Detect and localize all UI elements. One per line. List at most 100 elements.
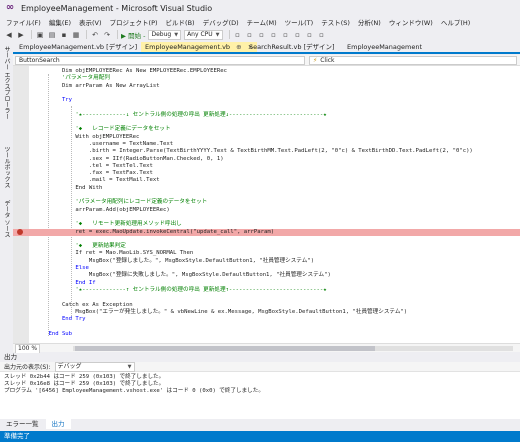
solution-config-dropdown[interactable]: Debug ▼ [148,29,182,40]
toolbar-action-icon[interactable]: ▫ [293,30,303,40]
code-text: End Sub [35,330,73,337]
toolbox-tab[interactable]: ツールボックス [2,146,11,188]
toolbar-action-icon[interactable]: ▫ [305,30,315,40]
menu-tools[interactable]: ツール(T) [285,17,314,27]
breakpoint-code-line[interactable]: ret = exec.MaoUpdate.invokeCentral("upda… [13,228,520,236]
toolbar-action-icon[interactable]: ▫ [317,30,327,40]
back-icon[interactable]: ◀ [4,30,14,40]
menu-debug[interactable]: デバッグ(D) [203,17,239,27]
menu-help[interactable]: ヘルプ(H) [441,17,470,27]
redo-icon[interactable]: ↷ [102,30,112,40]
server-explorer-tab[interactable]: サーバー エクスプローラー [2,46,11,120]
menu-analyze[interactable]: 分析(N) [358,17,381,27]
tab-error-list[interactable]: エラー一覧 [0,419,45,429]
output-line: プログラム '[6456] EmployeeManagement.vshost.… [4,388,264,394]
tab-employee-code[interactable]: EmployeeManagement.vb ⊕ × [141,42,258,52]
menu-test[interactable]: テスト(S) [321,17,350,27]
pin-icon[interactable]: ⊕ [236,43,241,51]
new-project-icon[interactable]: ▣ [35,30,45,40]
code-line[interactable]: End Sub [13,331,520,338]
document-tab-strip: EmployeeManagement.vb [デザイン] EmployeeMan… [13,42,520,54]
code-text: .sex = IIf(RadioButtonMan.Checked, 0, 1) [35,155,224,162]
member-dropdown-right[interactable]: ⚡ Click [309,56,517,65]
solution-config-value: Debug [151,30,172,38]
code-line[interactable]: .birth = Integer.Parse(TextBirthYYYY.Tex… [13,148,520,155]
menu-view[interactable]: 表示(V) [79,17,102,27]
menu-window[interactable]: ウィンドウ(W) [389,17,433,27]
code-line[interactable] [13,90,520,97]
start-debug-button[interactable]: ▶ 開始 - [121,30,145,40]
left-tool-strip: サーバー エクスプローラー ツールボックス データ ソース [0,42,13,352]
code-text: .username = TextName.Text [35,140,174,147]
code-text: '◆ レコード定義にデータをセット [35,126,171,133]
tab-employee-management[interactable]: EmployeeManagement [343,42,426,52]
visual-studio-logo-icon: ∞ [5,2,15,13]
code-line[interactable]: End Try [13,316,520,323]
tab-output[interactable]: 出力 [45,419,71,429]
horizontal-scrollbar[interactable] [73,346,513,351]
menu-edit[interactable]: 編集(E) [49,17,71,27]
code-line[interactable] [13,294,520,301]
code-line[interactable]: MsgBox("登録しました。", MsgBoxStyle.DefaultBut… [13,258,520,265]
code-line[interactable]: '◆ レコード定義にデータをセット [13,126,520,133]
menu-file[interactable]: ファイル(F) [6,17,41,27]
code-text: Catch ex As Exception [35,301,133,308]
code-text: End Try [35,316,86,323]
output-source-label: 出力元の表示(S): [4,364,51,371]
code-line[interactable]: With objEMPLOYEERec [13,134,520,141]
menu-project[interactable]: プロジェクト(P) [110,17,158,27]
forward-icon[interactable]: ▶ [16,30,26,40]
code-line[interactable]: MsgBox("エラーが発生しました。" & vbNewLine & ex.Me… [13,309,520,316]
code-line[interactable]: '◆ リモート更新処理用メソッド呼出し [13,221,520,228]
code-line[interactable] [13,104,520,111]
code-text: Dim arrParam As New ArrayList [35,82,160,89]
code-line[interactable]: arrParam.Add(objEMPLOYEERec) [13,207,520,214]
output-source-dropdown[interactable]: デバッグ ▼ [54,361,135,372]
undo-icon[interactable]: ↶ [90,30,100,40]
code-text: .birth = Integer.Parse(TextBirthYYYY.Tex… [35,148,473,155]
code-line[interactable]: '★-------------↑ セントラル側の処理の呼出 更新処理↑-----… [13,287,520,294]
save-all-icon[interactable]: ▦ [71,30,81,40]
code-line[interactable]: End If [13,280,520,287]
member-dropdown-left[interactable]: ButtonSearch [15,56,305,65]
menu-build[interactable]: ビルド(B) [166,17,195,27]
toolbar-action-icon[interactable]: ▫ [245,30,255,40]
code-line[interactable]: '★-------------↓ セントラル側の処理の呼出 更新処理↓-----… [13,112,520,119]
code-line[interactable]: .fax = TextFax.Text [13,170,520,177]
open-file-icon[interactable]: ▤ [47,30,57,40]
code-text: arrParam.Add(objEMPLOYEERec) [35,206,170,213]
code-line[interactable]: .tel = TextTel.Text [13,163,520,170]
toolbar-action-icon[interactable]: ▫ [233,30,243,40]
toolbar-action-icon[interactable]: ▫ [269,30,279,40]
code-line[interactable]: Catch ex As Exception [13,302,520,309]
data-sources-tab[interactable]: データ ソース [2,200,11,238]
code-text: '★-------------↑ セントラル側の処理の呼出 更新処理↑-----… [35,286,327,293]
code-line[interactable]: Try [13,97,520,104]
code-line[interactable]: .username = TextName.Text [13,141,520,148]
code-text: .mail = TextMail.Text [35,177,160,184]
scrollbar-thumb[interactable] [75,346,375,351]
output-source-value: デバッグ [57,362,82,370]
code-line[interactable]: '◆ 更新結果判定 [13,243,520,250]
save-icon[interactable]: ▪ [59,30,69,40]
code-line[interactable]: End With [13,185,520,192]
chevron-down-icon: ▼ [127,363,132,370]
toolbar-action-icon[interactable]: ▫ [257,30,267,40]
toolbar-action-icon[interactable]: ▫ [281,30,291,40]
code-text: 'パラメータ用配列にレコード定義のデータをセット [35,199,208,206]
platform-dropdown[interactable]: Any CPU ▼ [184,29,223,40]
code-line[interactable]: If ret = Mao.MaoLib.SYS_NORMAL Then [13,250,520,257]
code-editor[interactable]: Dim objEMPLOYEERec As New EMPLOYEERec.EM… [13,66,520,343]
tab-employee-designer[interactable]: EmployeeManagement.vb [デザイン] [15,42,141,52]
code-line[interactable]: 'パラメータ用配列にレコード定義のデータをセット [13,199,520,206]
code-line[interactable] [13,323,520,330]
code-line[interactable]: .sex = IIf(RadioButtonMan.Checked, 0, 1) [13,156,520,163]
code-line[interactable]: .mail = TextMail.Text [13,177,520,184]
code-line[interactable]: 'パラメータ用配列 [13,75,520,82]
tab-search-result-designer[interactable]: SearchResult.vb [デザイン] [245,42,339,52]
editor-footer: 100 % [13,343,520,354]
code-navigation-bar: ButtonSearch ⚡ Click [13,55,520,66]
code-line[interactable]: MsgBox("登録に失敗しました。", MsgBoxStyle.Default… [13,272,520,279]
menu-team[interactable]: チーム(M) [247,17,277,27]
code-line[interactable]: Dim arrParam As New ArrayList [13,83,520,90]
